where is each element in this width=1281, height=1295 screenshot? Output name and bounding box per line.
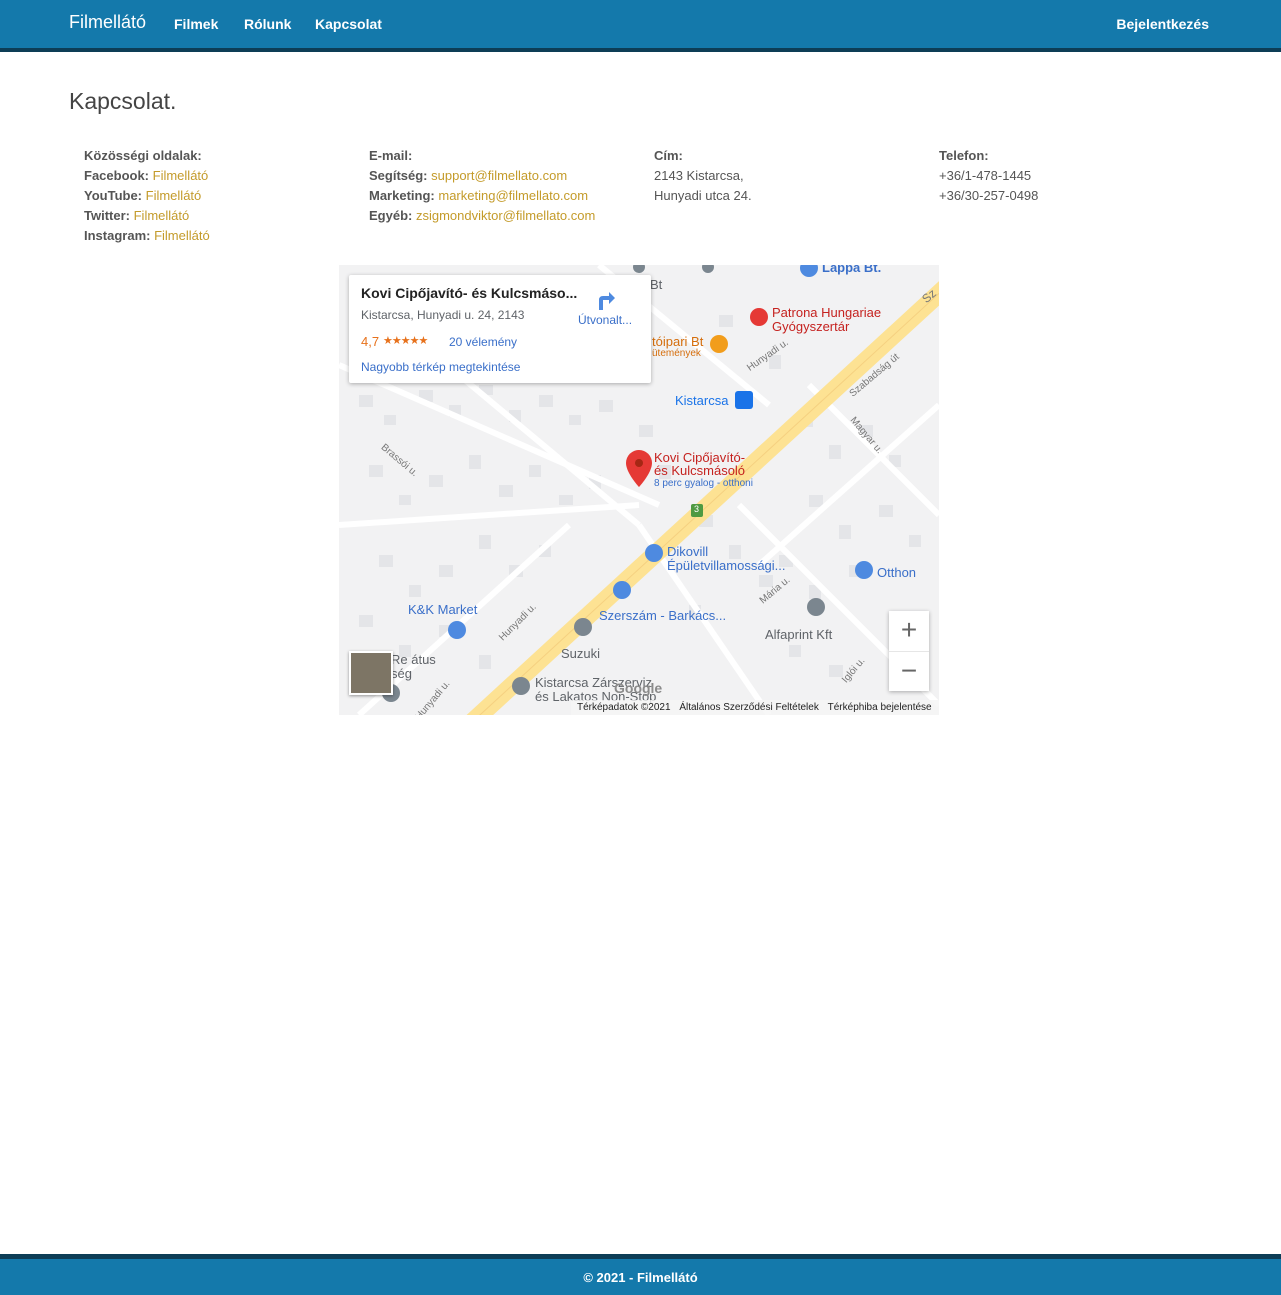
instagram-link[interactable]: Filmellátó <box>154 228 210 243</box>
star-rating-icon: ★★★★★ <box>383 335 428 347</box>
address-section: Cím: 2143 Kistarcsa, Hunyadi utca 24. <box>654 146 752 206</box>
route-3-badge: 3 <box>694 504 700 514</box>
other-label: Egyéb: <box>369 208 413 223</box>
map-label-kistarcsa[interactable]: Kistarcsa <box>675 393 728 408</box>
phone-line-1: +36/1-478-1445 <box>939 168 1032 183</box>
phone-heading: Telefon: <box>939 148 989 163</box>
google-logo: Google <box>614 680 663 696</box>
map-label-bt: Bt <box>650 277 663 292</box>
map-label-utemenyek: ütemények <box>652 348 701 359</box>
zoom-out-button[interactable]: − <box>889 651 929 692</box>
page-title: Kapcsolat. <box>69 88 177 114</box>
map-label-dikovill-2: Épületvillamossági... <box>667 558 786 573</box>
directions-icon[interactable] <box>593 288 617 312</box>
satellite-toggle[interactable] <box>349 651 393 695</box>
nav-login[interactable]: Bejelentkezés <box>1116 16 1209 32</box>
map-label-dikovill[interactable]: Dikovill <box>667 544 708 559</box>
place-rating: 4,7 <box>361 334 380 349</box>
map-label-szerszam[interactable]: Szerszám - Barkács... <box>599 608 726 623</box>
map-label-toipari[interactable]: tóipari Bt <box>652 334 703 349</box>
nav-films[interactable]: Filmek <box>174 16 218 32</box>
marketing-label: Marketing: <box>369 188 435 203</box>
nav-contact[interactable]: Kapcsolat <box>315 16 382 32</box>
social-section: Közösségi oldalak: Facebook: Filmellátó … <box>84 146 210 246</box>
larger-map-link[interactable]: Nagyobb térkép megtekintése <box>361 360 520 374</box>
place-info-card: Kovi Cipőjavító- és Kulcsmáso... Kistarc… <box>349 275 651 383</box>
youtube-link[interactable]: Filmellátó <box>146 188 202 203</box>
reviews-link[interactable]: 20 vélemény <box>449 335 517 349</box>
facebook-label: Facebook: <box>84 168 150 183</box>
zoom-controls: + − <box>889 611 929 691</box>
youtube-label: YouTube: <box>84 188 143 203</box>
navbar: Filmellátó Filmek Rólunk Kapcsolat Bejel… <box>0 0 1281 52</box>
support-email-link[interactable]: support@filmellato.com <box>431 168 567 183</box>
map-label-reformatus[interactable]: Re átus <box>391 652 436 667</box>
place-address: Kistarcsa, Hunyadi u. 24, 2143 <box>361 308 525 322</box>
footer-copyright: © 2021 - Filmellátó <box>583 1270 698 1285</box>
phone-section: Telefon: +36/1-478-1445 +36/30-257-0498 <box>939 146 1038 206</box>
map-label-kovi-2: és Kulcsmásoló <box>654 463 746 478</box>
map-label-alfaprint[interactable]: Alfaprint Kft <box>765 627 832 642</box>
facebook-link[interactable]: Filmellátó <box>153 168 209 183</box>
zoom-in-button[interactable]: + <box>889 611 929 651</box>
address-line-1: 2143 Kistarcsa, <box>654 168 744 183</box>
brand-link[interactable]: Filmellátó <box>69 12 146 33</box>
map-label-kovi-3: 8 perc gyalog - otthoni <box>654 478 753 489</box>
map-label-suzuki[interactable]: Suzuki <box>561 646 600 661</box>
map-label-lappa[interactable]: Lappa Bt. <box>822 265 881 275</box>
map-report-link[interactable]: Térképhiba bejelentése <box>828 702 932 713</box>
phone-line-2: +36/30-257-0498 <box>939 188 1039 203</box>
social-heading: Közösségi oldalak: <box>84 148 202 163</box>
map-label-otthon[interactable]: Otthon <box>877 565 916 580</box>
other-email-link[interactable]: zsigmondviktor@filmellato.com <box>416 208 595 223</box>
directions-link[interactable]: Útvonalt... <box>578 313 632 327</box>
instagram-label: Instagram: <box>84 228 151 243</box>
place-title: Kovi Cipőjavító- és Kulcsmáso... <box>361 285 578 301</box>
map-label-reformatus-2: ség <box>391 666 412 681</box>
support-label: Segítség: <box>369 168 428 183</box>
nav-about[interactable]: Rólunk <box>244 16 291 32</box>
address-heading: Cím: <box>654 148 683 163</box>
map-footer: Térképadatok ©2021 Általános Szerződési … <box>571 700 939 715</box>
email-section: E-mail: Segítség: support@filmellato.com… <box>369 146 595 226</box>
embedded-map[interactable]: Lappa Bt. Patrona Hungariae Gyógyszertár… <box>339 265 939 715</box>
map-data-credit: Térképadatok ©2021 <box>577 702 671 713</box>
twitter-link[interactable]: Filmellátó <box>134 208 190 223</box>
footer: © 2021 - Filmellátó <box>0 1254 1281 1295</box>
marketing-email-link[interactable]: marketing@filmellato.com <box>438 188 588 203</box>
map-terms-link[interactable]: Általános Szerződési Feltételek <box>679 702 819 713</box>
email-heading: E-mail: <box>369 148 413 163</box>
map-label-patrona[interactable]: Patrona Hungariae <box>772 305 881 320</box>
map-label-patrona-2: Gyógyszertár <box>772 319 850 334</box>
twitter-label: Twitter: <box>84 208 130 223</box>
address-line-2: Hunyadi utca 24. <box>654 188 752 203</box>
map-label-kk-market[interactable]: K&K Market <box>408 602 477 617</box>
